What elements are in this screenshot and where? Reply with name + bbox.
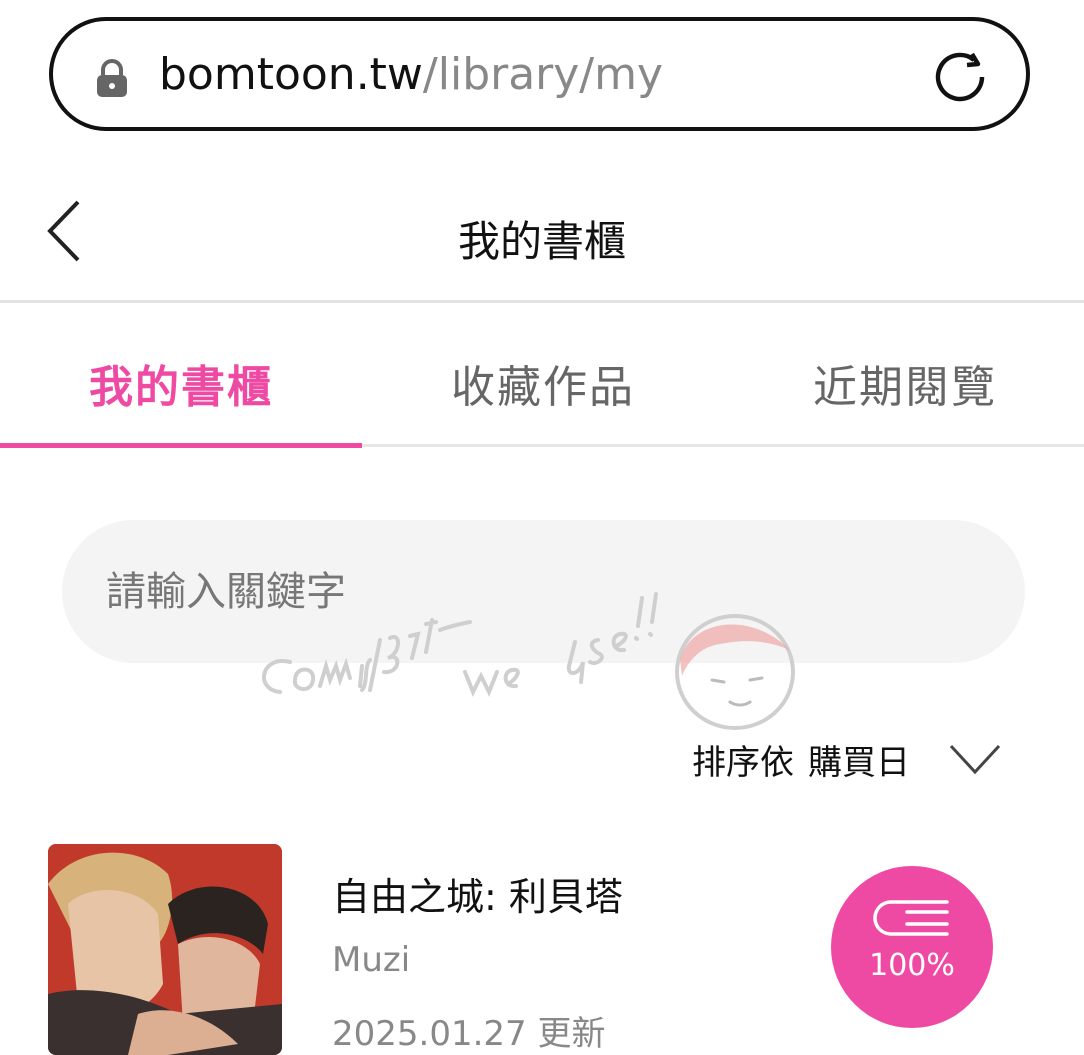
chevron-down-icon[interactable] <box>948 742 1002 776</box>
tab-my-bookshelf[interactable]: 我的書櫃 <box>0 351 362 415</box>
url-path: /library/my <box>422 49 664 100</box>
active-tab-indicator <box>0 443 362 448</box>
progress-percent: 100% <box>869 948 955 983</box>
page-header: 我的書櫃 <box>0 170 1084 300</box>
url-domain: bomtoon.tw <box>159 49 423 100</box>
sort-value: 購買日 <box>808 743 910 783</box>
book-icon <box>873 900 949 936</box>
book-author: Muzi <box>332 940 411 980</box>
tab-recently-viewed[interactable]: 近期閱覽 <box>724 351 1084 415</box>
book-cover-image[interactable] <box>48 844 282 1055</box>
read-progress-button[interactable]: 100% <box>831 866 993 1028</box>
book-updated-date: 2025.01.27 更新 <box>332 1014 606 1054</box>
address-bar[interactable]: bomtoon.tw/library/my <box>49 17 1030 131</box>
tab-favorites[interactable]: 收藏作品 <box>362 351 724 415</box>
reload-icon[interactable] <box>930 47 990 107</box>
list-item[interactable]: 自由之城: 利貝塔 Muzi 2025.01.27 更新 100% <box>0 844 1084 1055</box>
page-title: 我的書櫃 <box>457 217 626 266</box>
lock-icon <box>97 59 127 97</box>
search-input[interactable] <box>62 520 1025 663</box>
url-text[interactable]: bomtoon.tw/library/my <box>159 47 663 103</box>
sort-control[interactable]: 排序依 購買日 <box>692 735 910 785</box>
book-title[interactable]: 自由之城: 利貝塔 <box>332 866 623 921</box>
sort-label: 排序依 <box>692 743 794 783</box>
library-tabs: 我的書櫃 收藏作品 近期閱覽 <box>0 303 1084 446</box>
